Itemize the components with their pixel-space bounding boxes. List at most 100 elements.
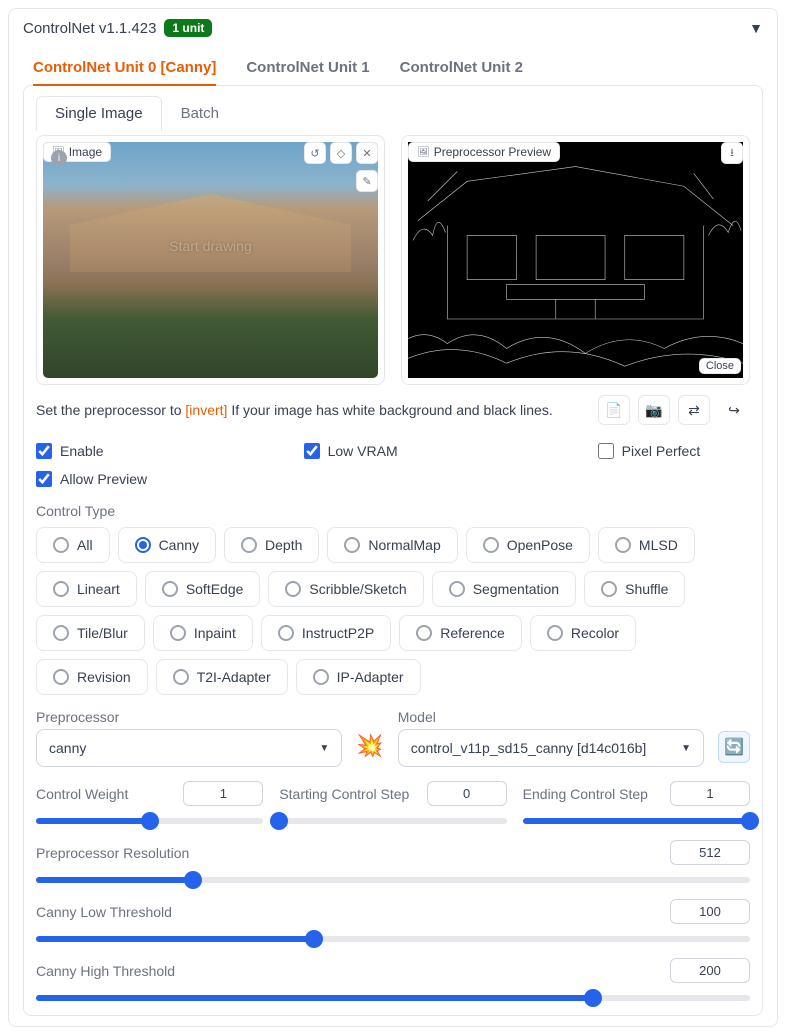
model-select[interactable]: control_v11p_sd15_canny [d14c016b]	[398, 729, 704, 767]
enable-checkbox[interactable]: Enable	[36, 443, 104, 459]
camera-icon[interactable]: 📷	[638, 395, 670, 425]
controlnet-panel: ControlNet v1.1.423 1 unit ▼ ControlNet …	[8, 8, 778, 1027]
control-type-inpaint[interactable]: Inpaint	[153, 615, 253, 651]
preview-image[interactable]	[408, 142, 743, 378]
end-step-input[interactable]	[670, 781, 750, 806]
control-type-openpose[interactable]: OpenPose	[466, 527, 590, 563]
tab-unit-2[interactable]: ControlNet Unit 2	[400, 51, 523, 86]
preview-pane: Preprocessor Preview ⭳	[401, 135, 750, 385]
model-label: Model	[398, 709, 704, 725]
radio-icon	[173, 669, 189, 685]
pp-resolution-input[interactable]	[670, 840, 750, 865]
preprocessor-select[interactable]: canny	[36, 729, 342, 767]
undo-icon[interactable]: ↺	[304, 142, 326, 164]
radio-icon	[615, 537, 631, 553]
image-row: Image i Start drawing ↺ ◇ ✕ ✎ Preprocess…	[36, 135, 750, 385]
control-weight-input[interactable]	[183, 781, 263, 806]
tab-single-image[interactable]: Single Image	[36, 96, 162, 131]
radio-icon	[285, 581, 301, 597]
preview-label: Preprocessor Preview	[408, 142, 560, 162]
radio-icon	[135, 537, 151, 553]
control-type-group: AllCannyDepthNormalMapOpenPoseMLSD Linear…	[36, 527, 750, 695]
preprocessor-label: Preprocessor	[36, 709, 342, 725]
control-type-scribble-sketch[interactable]: Scribble/Sketch	[268, 571, 423, 607]
erase-icon[interactable]: ◇	[330, 142, 352, 164]
collapse-caret-icon[interactable]: ▼	[749, 20, 763, 36]
tab-unit-1[interactable]: ControlNet Unit 1	[246, 51, 369, 86]
panel-header[interactable]: ControlNet v1.1.423 1 unit ▼	[23, 19, 763, 37]
run-preprocessor-icon[interactable]: 💥	[356, 733, 383, 767]
control-type-canny[interactable]: Canny	[118, 527, 216, 563]
radio-icon	[449, 581, 465, 597]
allow-preview-checkbox[interactable]: Allow Preview	[36, 471, 147, 487]
weight-step-row: Control Weight Starting Control Step End…	[36, 781, 750, 824]
draw-overlay-text: Start drawing	[169, 238, 251, 254]
control-type-recolor[interactable]: Recolor	[530, 615, 636, 651]
canny-high-input[interactable]	[670, 958, 750, 983]
tab-unit-0[interactable]: ControlNet Unit 0 [Canny]	[33, 51, 216, 86]
radio-icon	[53, 581, 69, 597]
canny-low-input[interactable]	[670, 899, 750, 924]
low-vram-checkbox[interactable]: Low VRAM	[304, 443, 398, 459]
close-icon[interactable]: ✕	[356, 142, 378, 164]
radio-icon	[278, 625, 294, 641]
control-type-normalmap[interactable]: NormalMap	[327, 527, 457, 563]
close-preview-button[interactable]: Close	[699, 358, 741, 374]
info-icon[interactable]: i	[51, 150, 67, 166]
radio-icon	[313, 669, 329, 685]
radio-icon	[53, 625, 69, 641]
control-type-reference[interactable]: Reference	[399, 615, 522, 651]
canny-high-slider: Canny High Threshold	[36, 958, 750, 1001]
control-type-tile-blur[interactable]: Tile/Blur	[36, 615, 145, 651]
radio-icon	[53, 669, 69, 685]
end-step-slider: Ending Control Step	[523, 781, 750, 824]
control-type-instructp2p[interactable]: InstructP2P	[261, 615, 391, 651]
control-type-label: Control Type	[36, 503, 750, 519]
control-type-segmentation[interactable]: Segmentation	[432, 571, 576, 607]
control-type-softedge[interactable]: SoftEdge	[145, 571, 261, 607]
radio-icon	[170, 625, 186, 641]
invert-link[interactable]: [invert]	[185, 402, 227, 418]
control-type-mlsd[interactable]: MLSD	[598, 527, 695, 563]
preprocessor-model-row: Preprocessor canny 💥 Model control_v11p_…	[36, 709, 750, 767]
radio-icon	[547, 625, 563, 641]
control-type-ip-adapter[interactable]: IP-Adapter	[296, 659, 421, 695]
hint-row: Set the preprocessor to [invert] If your…	[36, 395, 750, 425]
input-image-pane[interactable]: Image i Start drawing ↺ ◇ ✕ ✎	[36, 135, 385, 385]
radio-icon	[241, 537, 257, 553]
options-row-1: Enable Low VRAM Pixel Perfect	[36, 443, 750, 459]
control-type-lineart[interactable]: Lineart	[36, 571, 137, 607]
refresh-models-icon[interactable]: 🔄	[718, 731, 750, 763]
send-up-icon[interactable]: ↪	[718, 395, 750, 425]
image-mode-tabs: Single Image Batch	[36, 96, 750, 131]
tab-batch[interactable]: Batch	[162, 96, 238, 131]
control-weight-slider: Control Weight	[36, 781, 263, 824]
hint-text: Set the preprocessor to [invert] If your…	[36, 402, 590, 418]
brush-icon[interactable]: ✎	[356, 170, 378, 192]
start-step-slider: Starting Control Step	[279, 781, 506, 824]
pixel-perfect-checkbox[interactable]: Pixel Perfect	[598, 443, 701, 459]
doc-icon[interactable]: 📄	[598, 395, 630, 425]
unit-panel: Single Image Batch Image i Start drawing…	[23, 85, 763, 1016]
radio-icon	[601, 581, 617, 597]
start-step-input[interactable]	[427, 781, 507, 806]
control-type-t2i-adapter[interactable]: T2I-Adapter	[156, 659, 288, 695]
options-row-2: Allow Preview	[36, 471, 750, 487]
control-type-revision[interactable]: Revision	[36, 659, 148, 695]
radio-icon	[53, 537, 69, 553]
control-type-all[interactable]: All	[36, 527, 110, 563]
panel-title: ControlNet v1.1.423	[23, 20, 156, 37]
canny-low-slider: Canny Low Threshold	[36, 899, 750, 942]
pp-resolution-slider: Preprocessor Resolution	[36, 840, 750, 883]
radio-icon	[483, 537, 499, 553]
radio-icon	[162, 581, 178, 597]
radio-icon	[344, 537, 360, 553]
swap-icon[interactable]: ⇄	[678, 395, 710, 425]
input-image[interactable]: Start drawing	[43, 142, 378, 378]
control-type-shuffle[interactable]: Shuffle	[584, 571, 685, 607]
unit-tabs: ControlNet Unit 0 [Canny] ControlNet Uni…	[23, 51, 763, 86]
control-type-depth[interactable]: Depth	[224, 527, 319, 563]
radio-icon	[416, 625, 432, 641]
download-icon[interactable]: ⭳	[721, 142, 743, 164]
unit-count-badge: 1 unit	[164, 19, 212, 37]
